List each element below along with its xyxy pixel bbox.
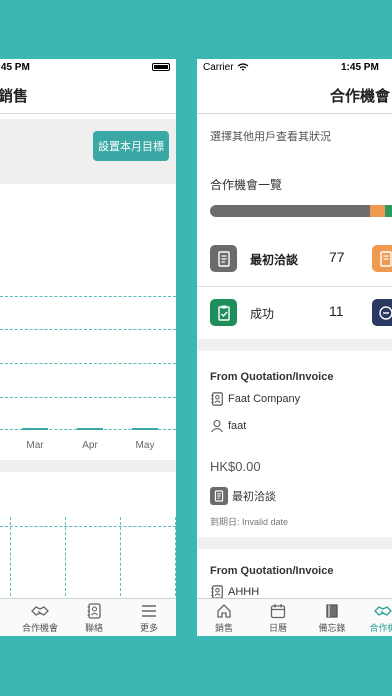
carrier-label: Carrier [203,62,234,73]
tab-label: 日曆 [268,623,287,633]
stat-icon-success [210,299,237,326]
stat-label: 最初洽談 [250,253,299,267]
month-label: May [135,440,155,451]
status-bar: Carrier 1:45 PM [197,59,392,76]
grid-line [0,397,176,398]
stage-icon [210,487,228,505]
stat-icon-initial [210,245,237,272]
card-source: From Quotation/Invoice [210,565,334,577]
tab-sales[interactable]: 銷售 [206,603,242,634]
user-icon [211,419,223,433]
company-name: AHHH [228,586,260,598]
tab-label: 聯絡 [84,623,103,633]
month-label: Mar [26,440,44,451]
clipboard-check-icon [217,305,230,321]
tab-opportunities[interactable]: 合作機會 [22,603,58,634]
card-source: From Quotation/Invoice [210,371,334,383]
calendar-icon [270,604,286,619]
page-title: 合作機會 [330,88,391,105]
tab-label: 合作機 [369,623,392,633]
stat-icon-next [372,245,392,272]
progress-segment-orange [370,205,385,217]
document-icon [379,250,392,267]
stat-icon-next [372,299,392,326]
wifi-icon [237,63,249,71]
grid-line [0,329,176,330]
battery-icon [152,63,170,71]
handshake-icon [374,606,392,616]
contacts-icon [211,585,223,599]
stage-label: 最初洽談 [232,491,276,503]
status-time: 1:45 PM [341,62,379,73]
home-icon [217,604,231,618]
overview-title: 合作機會一覽 [210,178,283,192]
tab-contacts[interactable]: 聯絡 [76,603,112,634]
stat-row-success[interactable]: 成功 11 [197,287,392,339]
bar-base [132,428,158,430]
nav-bar: 合作機會 [197,76,392,114]
document-icon [214,490,224,502]
menu-icon [142,605,156,617]
tab-bar: 銷售 日曆 備忘錄 合作機 [197,598,392,636]
tab-label: 銷售 [214,623,233,633]
card-amount: HK$0.00 [210,459,261,474]
tab-opportunities[interactable]: 合作機 [365,603,392,634]
notebook-icon [326,604,338,618]
contacts-icon [211,392,223,406]
stat-value: 11 [329,303,344,319]
document-icon [217,250,230,267]
stat-row-initial[interactable]: 最初洽談 77 [197,233,392,285]
company-name: Faat Company [228,393,301,405]
card-company: AHHH [210,585,259,599]
grid-line [0,526,176,527]
minus-circle-icon [378,305,392,320]
tab-label: 合作機會 [22,623,59,633]
left-screen: 1:45 PM 銷售 設置本月目標 Mar Apr May 合作機會 [0,59,176,636]
nav-bar: 銷售 [0,76,176,114]
stat-label: 成功 [250,307,275,321]
progress-segment-green [384,205,392,217]
section-separator [197,537,392,549]
card-contact: faat [210,419,246,433]
status-bar: 1:45 PM [0,59,176,76]
tab-calendar[interactable]: 日曆 [260,603,296,634]
tab-label: 更多 [139,623,158,633]
user-select-hint[interactable]: 選擇其他用戶查看其狀況 [210,128,331,144]
grid-line [0,296,176,297]
stat-value: 77 [329,249,345,265]
contacts-icon [87,603,101,619]
right-screen: Carrier 1:45 PM 合作機會 選擇其他用戶查看其狀況 合作機會一覽 … [197,59,392,636]
contact-name: faat [228,420,247,432]
section-separator [197,339,392,351]
status-time: 1:45 PM [0,62,30,73]
bar-base [77,428,103,430]
bar-base [22,428,48,430]
opportunity-progress-bar [210,205,392,217]
tab-notes[interactable]: 備忘錄 [314,603,350,634]
card-due-date: 到期日: Invalid date [210,517,289,527]
tab-bar: 合作機會 聯絡 更多 [0,598,176,636]
set-monthly-goal-button[interactable]: 設置本月目標 [93,131,169,161]
grid-line [0,363,176,364]
handshake-icon [31,606,49,616]
card-stage: 最初洽談 [210,487,276,505]
card-company: Faat Company [210,392,300,406]
page-title: 銷售 [0,88,29,105]
tab-label: 備忘錄 [318,623,346,633]
month-label: Apr [82,440,98,451]
section-separator [0,460,176,472]
tab-more[interactable]: 更多 [131,603,167,634]
